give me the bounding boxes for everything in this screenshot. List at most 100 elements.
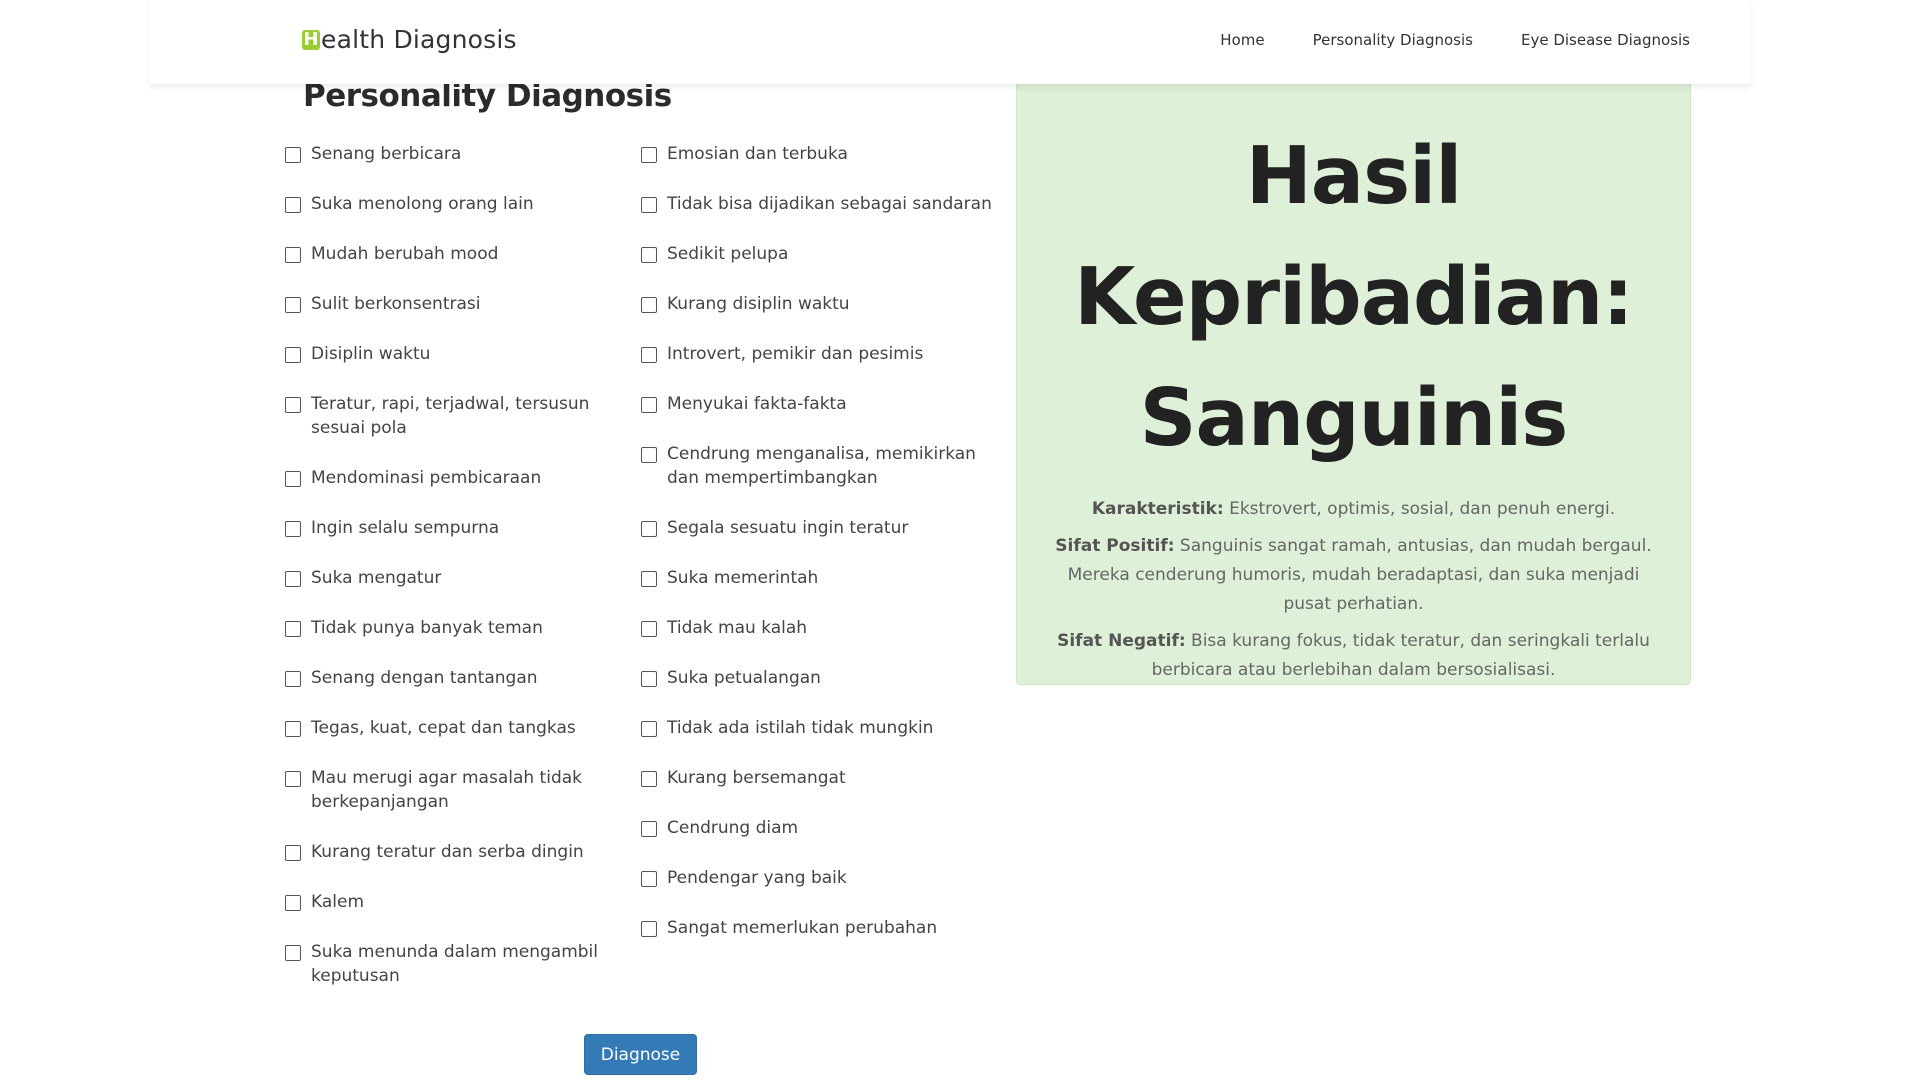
symptom-option[interactable]: Cendrung diam [641, 816, 1011, 840]
symptom-label: Senang berbicara [311, 144, 462, 164]
diagnose-button[interactable]: Diagnose [584, 1034, 697, 1075]
symptom-checkbox[interactable] [641, 721, 657, 737]
symptom-label: Menyukai fakta-fakta [667, 394, 847, 414]
symptom-checkbox[interactable] [285, 945, 301, 961]
symptom-label: Sedikit pelupa [667, 244, 789, 264]
symptom-option[interactable]: Tegas, kuat, cepat dan tangkas [285, 716, 635, 740]
symptom-label: Tidak bisa dijadikan sebagai sandaran [667, 194, 992, 214]
result-panel: Hasil Kepribadian: Sanguinis Karakterist… [1016, 84, 1691, 685]
symptom-option[interactable]: Tidak mau kalah [641, 616, 1011, 640]
symptom-checkbox[interactable] [285, 671, 301, 687]
symptom-option[interactable]: Sedikit pelupa [641, 242, 1011, 266]
top-navbar: H ealth Diagnosis Home Personality Diagn… [150, 0, 1750, 84]
symptom-label: Emosian dan terbuka [667, 144, 848, 164]
symptom-label: Suka memerintah [667, 568, 819, 588]
symptom-checkbox[interactable] [285, 521, 301, 537]
symptom-checkbox[interactable] [285, 197, 301, 213]
symptom-label: Sulit berkonsentrasi [311, 294, 481, 314]
symptom-checkbox[interactable] [285, 247, 301, 263]
symptom-label: Suka menunda dalam mengambil keputusan [311, 942, 598, 986]
symptom-option[interactable]: Senang berbicara [285, 142, 635, 166]
brand-logo[interactable]: H ealth Diagnosis [302, 25, 517, 54]
symptom-label: Suka menolong orang lain [311, 194, 534, 214]
symptom-option[interactable]: Disiplin waktu [285, 342, 635, 366]
symptom-option[interactable]: Suka mengatur [285, 566, 635, 590]
symptom-checkbox[interactable] [641, 347, 657, 363]
symptom-label: Tidak punya banyak teman [311, 618, 543, 638]
nav-eye-disease-diagnosis-link[interactable]: Eye Disease Diagnosis [1521, 31, 1690, 49]
symptom-label: Sangat memerlukan perubahan [667, 918, 938, 938]
sifat-negatif-text: Bisa kurang fokus, tidak teratur, dan se… [1151, 631, 1650, 680]
symptom-checkbox[interactable] [641, 871, 657, 887]
symptom-option[interactable]: Pendengar yang baik [641, 866, 1011, 890]
symptom-label: Cendrung diam [667, 818, 799, 838]
symptom-checkbox[interactable] [285, 771, 301, 787]
symptom-option[interactable]: Suka memerintah [641, 566, 1011, 590]
symptom-label: Kurang disiplin waktu [667, 294, 850, 314]
symptom-option[interactable]: Suka menunda dalam mengambil keputusan [285, 940, 635, 988]
symptom-option[interactable]: Kurang disiplin waktu [641, 292, 1011, 316]
symptom-checkbox[interactable] [285, 621, 301, 637]
sifat-negatif-label: Sifat Negatif: [1057, 631, 1186, 651]
symptom-checkbox[interactable] [641, 821, 657, 837]
symptom-option[interactable]: Kalem [285, 890, 635, 914]
symptom-checkbox[interactable] [641, 397, 657, 413]
symptom-option[interactable]: Tidak bisa dijadikan sebagai sandaran [641, 192, 1011, 216]
symptom-checkbox[interactable] [285, 471, 301, 487]
result-title: Hasil Kepribadian: Sanguinis [1074, 130, 1634, 464]
symptom-option[interactable]: Suka menolong orang lain [285, 192, 635, 216]
symptom-option[interactable]: Tidak punya banyak teman [285, 616, 635, 640]
symptom-checkbox[interactable] [641, 571, 657, 587]
symptom-label: Cendrung menganalisa, memikirkan dan mem… [667, 444, 976, 488]
symptom-option[interactable]: Suka petualangan [641, 666, 1011, 690]
symptom-checkbox[interactable] [285, 397, 301, 413]
symptom-checkbox[interactable] [641, 247, 657, 263]
symptom-checkbox[interactable] [641, 447, 657, 463]
symptom-option[interactable]: Emosian dan terbuka [641, 142, 1011, 166]
symptom-column-right: Emosian dan terbuka Tidak bisa dijadikan … [641, 142, 1011, 966]
symptom-checkbox[interactable] [285, 347, 301, 363]
symptom-option[interactable]: Kurang teratur dan serba dingin [285, 840, 635, 864]
symptom-label: Kurang bersemangat [667, 768, 846, 788]
symptom-checkbox[interactable] [641, 521, 657, 537]
symptom-checkbox[interactable] [641, 671, 657, 687]
symptom-checkbox[interactable] [285, 571, 301, 587]
karakteristik-label: Karakteristik: [1091, 499, 1224, 519]
symptom-option[interactable]: Sulit berkonsentrasi [285, 292, 635, 316]
nav-personality-diagnosis-link[interactable]: Personality Diagnosis [1313, 31, 1473, 49]
symptom-label: Segala sesuatu ingin teratur [667, 518, 909, 538]
symptom-option[interactable]: Ingin selalu sempurna [285, 516, 635, 540]
sifat-positif-label: Sifat Positif: [1055, 536, 1175, 556]
symptom-option[interactable]: Senang dengan tantangan [285, 666, 635, 690]
symptom-checkbox[interactable] [285, 845, 301, 861]
symptom-checkbox[interactable] [285, 721, 301, 737]
symptom-label: Pendengar yang baik [667, 868, 847, 888]
symptom-checkbox[interactable] [641, 297, 657, 313]
symptom-checkbox[interactable] [641, 197, 657, 213]
symptom-option[interactable]: Cendrung menganalisa, memikirkan dan mem… [641, 442, 1011, 490]
symptom-option[interactable]: Mudah berubah mood [285, 242, 635, 266]
symptom-checkbox[interactable] [641, 771, 657, 787]
symptom-option[interactable]: Teratur, rapi, terjadwal, tersusun sesua… [285, 392, 635, 440]
symptom-checkbox[interactable] [641, 147, 657, 163]
symptom-checkbox[interactable] [641, 621, 657, 637]
symptom-option[interactable]: Tidak ada istilah tidak mungkin [641, 716, 1011, 740]
symptom-option[interactable]: Introvert, pemikir dan pesimis [641, 342, 1011, 366]
symptom-option[interactable]: Menyukai fakta-fakta [641, 392, 1011, 416]
symptom-checkbox[interactable] [285, 147, 301, 163]
symptom-option[interactable]: Mau merugi agar masalah tidak berkepanja… [285, 766, 635, 814]
symptom-option[interactable]: Segala sesuatu ingin teratur [641, 516, 1011, 540]
symptom-checkbox[interactable] [285, 895, 301, 911]
symptom-checkbox[interactable] [285, 297, 301, 313]
result-sifat-negatif: Sifat Negatif: Bisa kurang fokus, tidak … [1043, 627, 1664, 685]
symptom-label: Introvert, pemikir dan pesimis [667, 344, 924, 364]
symptom-label: Kalem [311, 892, 365, 912]
symptom-column-left: Senang berbicara Suka menolong orang lain… [285, 142, 635, 1014]
symptom-option[interactable]: Sangat memerlukan perubahan [641, 916, 1011, 940]
result-karakteristik: Karakteristik: Ekstrovert, optimis, sosi… [1043, 495, 1664, 524]
nav-home-link[interactable]: Home [1220, 31, 1264, 49]
symptom-option[interactable]: Mendominasi pembicaraan [285, 466, 635, 490]
symptom-checkbox[interactable] [641, 921, 657, 937]
symptom-label: Suka petualangan [667, 668, 821, 688]
symptom-option[interactable]: Kurang bersemangat [641, 766, 1011, 790]
